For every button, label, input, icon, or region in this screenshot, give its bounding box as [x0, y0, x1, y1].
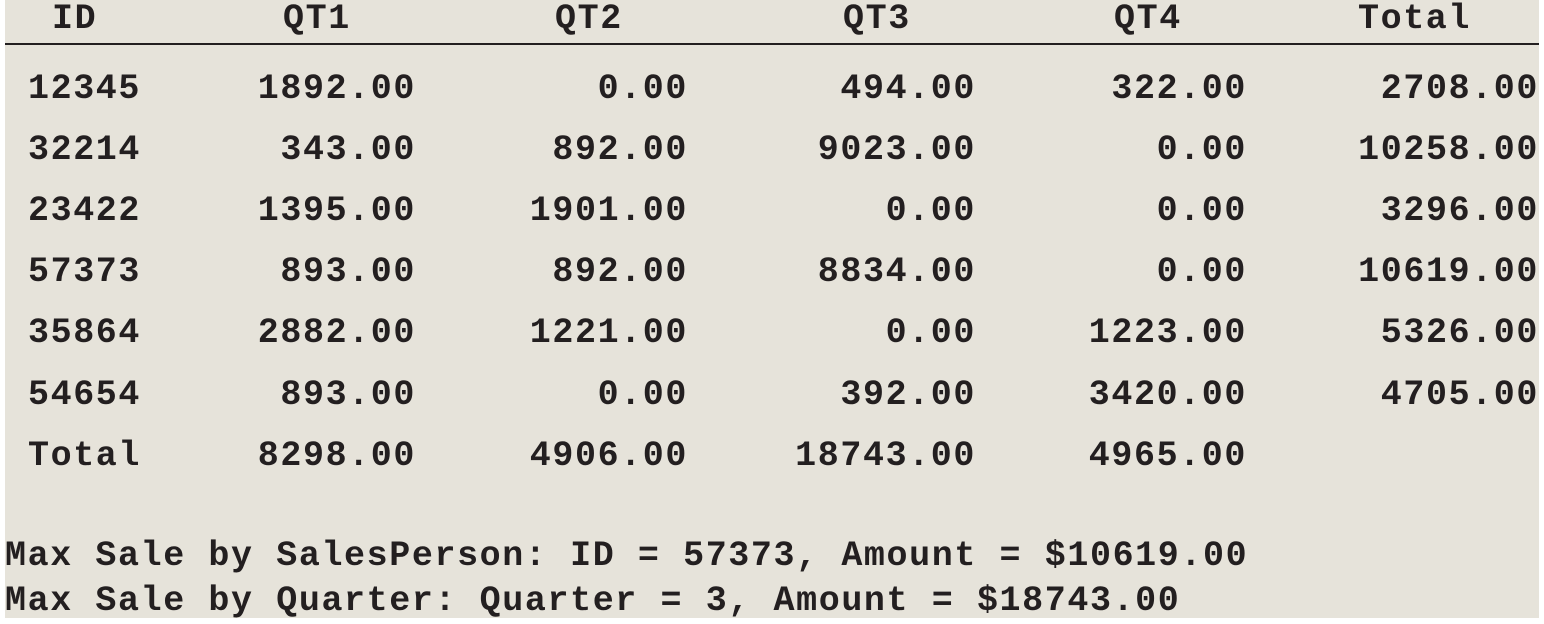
cell-total: 10258.00 [1358, 130, 1539, 170]
totals-qt4: 4965.00 [1088, 436, 1247, 476]
header-qt3: QT3 [843, 0, 911, 39]
header-qt4: QT4 [1114, 0, 1182, 39]
header-qt1: QT1 [283, 0, 351, 39]
max-sale-by-quarter: Max Sale by Quarter: Quarter = 3, Amount… [5, 581, 1181, 621]
max-sale-by-salesperson: Max Sale by SalesPerson: ID = 57373, Amo… [5, 536, 1249, 576]
cell-total: 10619.00 [1358, 252, 1539, 292]
cell-total: 5326.00 [1380, 313, 1539, 353]
header-qt2: QT2 [555, 0, 623, 39]
cell-total: 4705.00 [1380, 375, 1539, 415]
cell-total: 3296.00 [1380, 191, 1539, 231]
header-divider [5, 43, 1539, 45]
header-id: ID [52, 0, 98, 39]
header-total: Total [1358, 0, 1472, 39]
table-header: ID QT1 QT2 QT3 QT4 Total [5, 0, 1539, 44]
cell-total: 2708.00 [1380, 69, 1539, 109]
console-output: ID QT1 QT2 QT3 QT4 Total 12345 1892.00 0… [5, 0, 1539, 621]
